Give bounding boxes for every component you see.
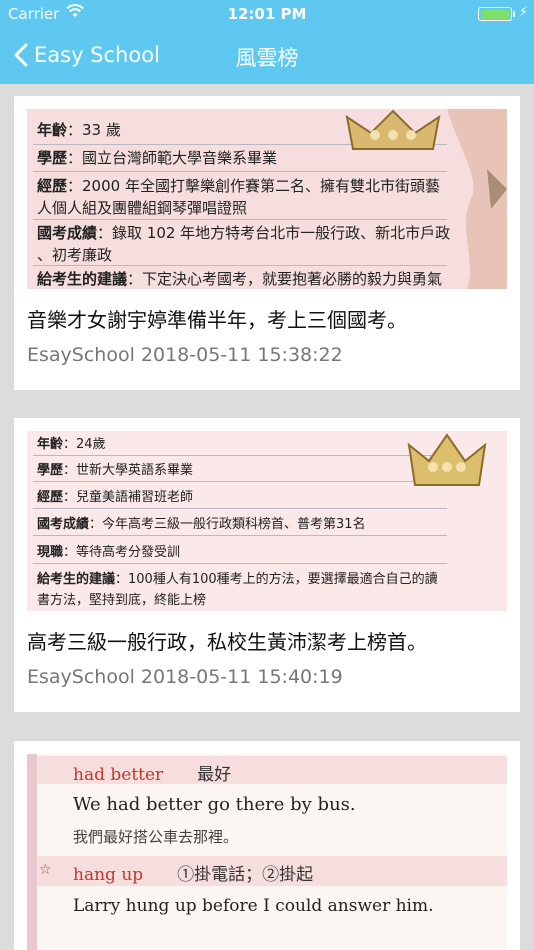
image-text-line: We had better go there by bus. bbox=[73, 794, 356, 815]
article-title[interactable]: 音樂才女謝宇婷準備半年，考上三個國考。 bbox=[27, 304, 407, 333]
image-text-line: 學歷：世新大學英語系畢業 bbox=[37, 463, 194, 478]
image-text-line: 給考生的建議：下定決心考國考，就要抱著必勝的毅力與勇氣 bbox=[37, 270, 443, 288]
article-card[interactable]: had better 最好 We had better go there by … bbox=[14, 741, 520, 950]
crown-icon bbox=[407, 433, 487, 486]
image-text-line: had better 最好 bbox=[73, 765, 232, 785]
article-card[interactable]: 年齡：24歲 學歷：世新大學英語系畢業 經歷：兒童美語補習班老師 國考成績：今年… bbox=[14, 418, 520, 712]
crown-icon bbox=[345, 109, 441, 150]
charging-icon: ⚡ bbox=[518, 5, 528, 20]
article-meta: EsaySchool 2018-05-11 15:38:22 bbox=[27, 344, 343, 366]
image-text-line: Larry hung up before I could answer him. bbox=[73, 896, 434, 916]
image-text-line: 學歷：國立台灣師範大學音樂系畢業 bbox=[37, 149, 278, 167]
image-text-line: 國考成績：錄取 102 年地方特考台北市一般行政、新北市戶政 bbox=[37, 224, 451, 242]
article-meta: EsaySchool 2018-05-11 15:40:19 bbox=[27, 666, 343, 688]
image-text-line: 我們最好搭公車去那裡。 bbox=[73, 828, 239, 846]
status-time: 12:01 PM bbox=[227, 5, 307, 23]
article-title[interactable]: 高考三級一般行政，私校生黃沛潔考上榜首。 bbox=[27, 626, 427, 655]
star-icon: ☆ bbox=[39, 862, 52, 878]
navigation-bar: Easy School 風雲榜 bbox=[0, 28, 534, 84]
image-text-line: 、初考廉政 bbox=[37, 246, 113, 264]
image-text-line: 書方法，堅持到底，終能上榜 bbox=[37, 593, 207, 608]
battery-tip bbox=[513, 11, 515, 17]
image-text-line: 現職：等待高考分發受訓 bbox=[37, 545, 181, 560]
article-card[interactable]: 年齡：33 歲 學歷：國立台灣師範大學音樂系畢業 經歷：2000 年全國打擊樂創… bbox=[14, 96, 520, 390]
page-title: 風雲榜 bbox=[235, 46, 299, 70]
image-text-line: hang up ①掛電話；②掛起 bbox=[73, 865, 314, 885]
top-bar: Carrier 12:01 PM ⚡ Easy School 風雲榜 bbox=[0, 0, 534, 84]
image-text-line: 給考生的建議：100種人有100種考上的方法，要選擇最適合自己的讀 bbox=[37, 572, 438, 587]
image-text-line: 經歷：兒童美語補習班老師 bbox=[37, 490, 194, 505]
battery-icon bbox=[478, 7, 512, 21]
image-text-line: 經歷：2000 年全國打擊樂創作賽第二名、擁有雙北市街頭藝 bbox=[37, 177, 440, 195]
article-thumbnail: had better 最好 We had better go there by … bbox=[27, 754, 507, 950]
torn-paper-edge bbox=[447, 109, 507, 289]
image-text-line: 年齡：33 歲 bbox=[37, 121, 121, 139]
image-text-line: 國考成績：今年高考三級一般行政類科榜首、普考第31名 bbox=[37, 517, 366, 532]
article-thumbnail: 年齡：33 歲 學歷：國立台灣師範大學音樂系畢業 經歷：2000 年全國打擊樂創… bbox=[27, 109, 507, 289]
article-thumbnail: 年齡：24歲 學歷：世新大學英語系畢業 經歷：兒童美語補習班老師 國考成績：今年… bbox=[27, 431, 507, 611]
image-text-line: 年齡：24歲 bbox=[37, 437, 106, 452]
status-bar: Carrier 12:01 PM ⚡ bbox=[0, 0, 534, 28]
image-text-line: 人個人組及團體組鋼琴彈唱證照 bbox=[37, 199, 248, 217]
